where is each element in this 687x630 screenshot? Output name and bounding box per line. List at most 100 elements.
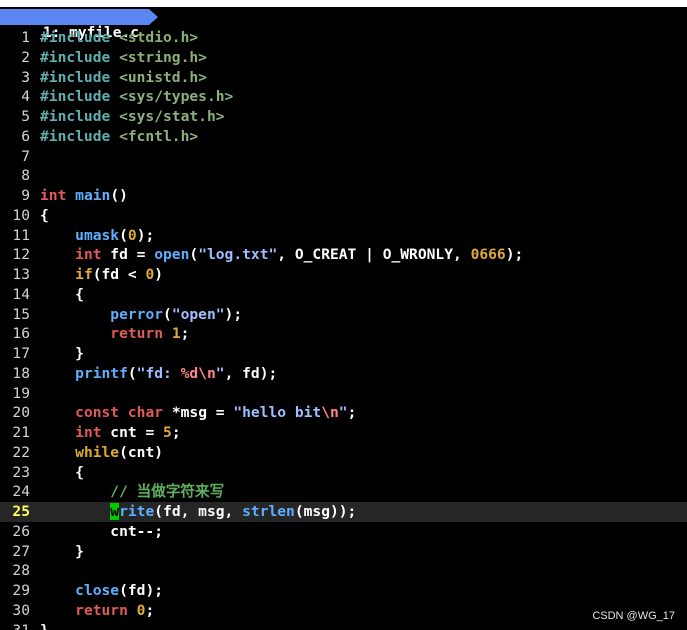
- code-token: #include: [40, 108, 120, 125]
- code-token: ): [154, 266, 164, 283]
- code-token: ;: [347, 404, 357, 422]
- code-line[interactable]: 11 umask(0);: [0, 226, 687, 246]
- code-line[interactable]: 9 int main(): [0, 186, 687, 206]
- line-code: #include <stdio.h>: [40, 28, 198, 48]
- code-token: <sys/types.h>: [119, 88, 234, 106]
- code-line[interactable]: 10 {: [0, 206, 687, 226]
- code-token: main: [75, 187, 111, 204]
- code-line[interactable]: 30 return 0;: [0, 601, 687, 621]
- code-editor[interactable]: 1 #include <stdio.h> 2 #include <string.h> 3…: [0, 28, 687, 630]
- line-number: 29: [12, 582, 30, 599]
- line-code: // 当做字符来写: [40, 482, 224, 502]
- code-line[interactable]: 8: [0, 166, 687, 186]
- line-number: 4: [21, 88, 30, 106]
- code-token: (fd);: [119, 582, 164, 599]
- line-code: {: [40, 206, 49, 226]
- line-code: const char *msg = "hello bit\n";: [40, 403, 356, 423]
- code-line[interactable]: 22 while(cnt): [0, 443, 687, 463]
- code-line[interactable]: 26 cnt--;: [0, 522, 687, 542]
- code-line[interactable]: 14 {: [0, 285, 687, 305]
- code-line[interactable]: 28: [0, 561, 687, 581]
- line-number: 2: [21, 48, 30, 66]
- code-line[interactable]: 27 }: [0, 542, 687, 562]
- code-token: <sys/stat.h>: [119, 108, 225, 125]
- code-token: close: [75, 582, 120, 599]
- line-number: 31: [12, 621, 30, 630]
- line-code: return 0;: [40, 601, 154, 621]
- code-token: <string.h>: [119, 48, 207, 66]
- code-token: printf: [75, 364, 128, 382]
- code-line[interactable]: 18 printf("fd: %d\n", fd);: [0, 364, 687, 384]
- line-number: 17: [12, 345, 30, 362]
- code-line[interactable]: 1 #include <stdio.h>: [0, 28, 687, 48]
- tab-myfile[interactable]: 1: myfile.c: [0, 9, 149, 41]
- code-line[interactable]: 24 // 当做字符来写: [0, 482, 687, 502]
- code-token: 0666: [470, 246, 506, 264]
- code-line[interactable]: 25 write(fd, msg, strlen(msg));: [0, 502, 687, 522]
- line-number: 24: [12, 483, 30, 501]
- code-line[interactable]: 29 close(fd);: [0, 581, 687, 601]
- code-token: #include: [40, 127, 120, 145]
- code-token: rite: [119, 503, 155, 520]
- code-line[interactable]: 21 int cnt = 5;: [0, 423, 687, 443]
- line-number: 19: [12, 384, 30, 402]
- line-code: umask(0);: [40, 226, 154, 246]
- line-number: 8: [21, 167, 30, 185]
- code-token: return: [75, 601, 128, 619]
- code-line[interactable]: 13 if(fd < 0): [0, 265, 687, 285]
- code-token: }: [40, 621, 49, 630]
- code-token: (cnt): [119, 443, 164, 461]
- code-token: <unistd.h>: [119, 68, 207, 86]
- code-line[interactable]: 15 perror("open");: [0, 305, 687, 325]
- code-token: "log.txt": [198, 246, 278, 264]
- code-token: if: [75, 266, 93, 283]
- code-line[interactable]: 16 return 1;: [0, 324, 687, 344]
- code-token: (fd, msg,: [154, 503, 243, 520]
- line-code: #include <string.h>: [40, 48, 207, 68]
- code-token: // 当做字符来写: [110, 483, 225, 501]
- line-code: printf("fd: %d\n", fd);: [40, 364, 277, 384]
- code-token: }: [40, 542, 84, 560]
- line-code: }: [40, 542, 84, 562]
- code-line[interactable]: 12 int fd = open("log.txt", O_CREAT | O_…: [0, 245, 687, 265]
- code-line[interactable]: 4 #include <sys/types.h>: [0, 87, 687, 107]
- line-number: 18: [12, 364, 30, 382]
- code-line[interactable]: 2 #include <string.h>: [0, 48, 687, 68]
- line-number: 15: [12, 305, 30, 323]
- code-line[interactable]: 6 #include <fcntl.h>: [0, 127, 687, 147]
- code-token: 0: [145, 266, 155, 283]
- line-number: 16: [12, 325, 30, 343]
- code-token: (: [119, 226, 128, 244]
- code-token: return: [110, 325, 164, 343]
- code-token: 0: [127, 226, 137, 244]
- line-number: 30: [12, 601, 30, 619]
- code-line[interactable]: 17 }: [0, 344, 687, 364]
- code-token: ;: [145, 601, 155, 619]
- code-line[interactable]: 20 const char *msg = "hello bit\n";: [0, 403, 687, 423]
- line-number: 21: [12, 424, 30, 441]
- line-number: 22: [12, 443, 30, 461]
- line-number: 26: [12, 522, 30, 540]
- line-code: while(cnt): [40, 443, 163, 463]
- code-line[interactable]: 3 #include <unistd.h>: [0, 68, 687, 88]
- line-number: 11: [12, 226, 30, 244]
- code-line[interactable]: 7: [0, 147, 687, 167]
- line-number: 10: [12, 206, 30, 224]
- code-token: #include: [40, 48, 120, 66]
- code-token: 1: [171, 325, 181, 343]
- code-token: 5: [163, 424, 172, 441]
- code-line[interactable]: 23 {: [0, 463, 687, 483]
- code-token: ": [215, 364, 225, 382]
- line-number: 14: [12, 285, 30, 303]
- code-line[interactable]: 31}: [0, 621, 687, 630]
- code-token: <stdio.h>: [119, 29, 199, 46]
- code-line[interactable]: 19: [0, 384, 687, 404]
- code-line[interactable]: 5 #include <sys/stat.h>: [0, 107, 687, 127]
